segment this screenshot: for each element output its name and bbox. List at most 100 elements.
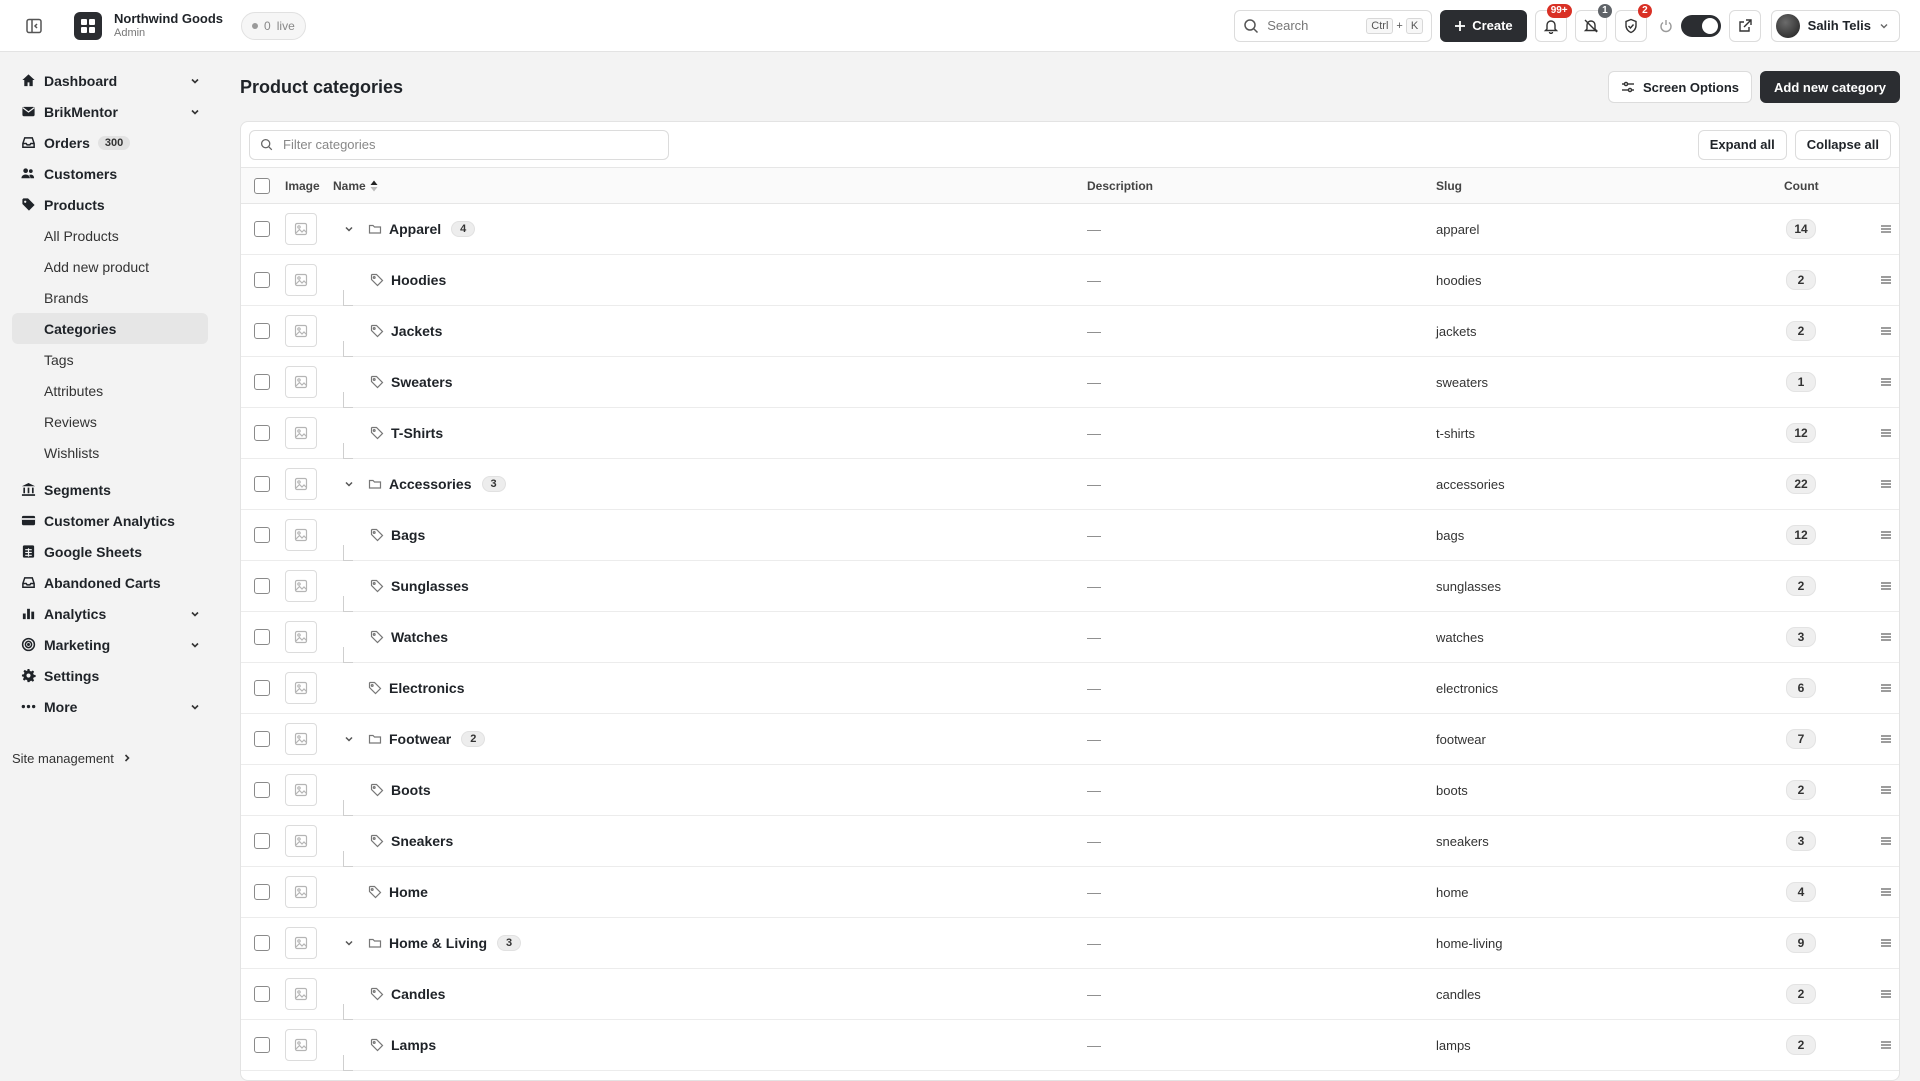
image-placeholder-icon[interactable] [285,927,317,959]
live-visitors-pill[interactable]: 0 live [241,11,306,40]
table-row[interactable]: Home & Living 3 — home-living 9 [241,918,1899,969]
collapse-all-button[interactable]: Collapse all [1794,129,1891,160]
drag-handle-icon[interactable] [1874,632,1898,642]
notifications-button[interactable]: 99+ [1534,3,1572,42]
sidebar-subitem-add-new-product[interactable]: Add new product [12,251,208,282]
chevron-down-icon[interactable] [339,729,359,749]
image-placeholder-icon[interactable] [285,876,317,908]
table-row[interactable]: Apparel 4 — apparel 14 [241,204,1899,255]
sidebar-item-products[interactable]: Products [12,189,208,220]
sidebar-item-customers[interactable]: Customers [12,158,208,189]
drag-handle-icon[interactable] [1874,785,1898,795]
chevron-down-icon[interactable] [190,702,200,712]
sidebar-item-abandoned-carts[interactable]: Abandoned Carts [12,567,208,598]
image-placeholder-icon[interactable] [285,366,317,398]
user-menu[interactable]: Salih Telis [1770,9,1900,42]
sidebar-item-segments[interactable]: Segments [12,474,208,505]
category-name-link[interactable]: Electronics [389,680,464,696]
sidebar-subitem-tags[interactable]: Tags [12,344,208,375]
theme-toggle[interactable] [1680,14,1721,37]
row-checkbox[interactable] [254,221,270,237]
table-row[interactable]: Electronics — electronics 6 [241,663,1899,714]
category-name-link[interactable]: Candles [391,986,445,1002]
drag-handle-icon[interactable] [1874,887,1898,897]
row-checkbox[interactable] [254,425,270,441]
row-checkbox[interactable] [254,272,270,288]
table-row[interactable]: Sweaters — sweaters 1 [241,357,1899,408]
drag-handle-icon[interactable] [1874,683,1898,693]
drag-handle-icon[interactable] [1874,836,1898,846]
row-checkbox[interactable] [254,527,270,543]
image-placeholder-icon[interactable] [285,1029,317,1061]
image-placeholder-icon[interactable] [285,723,317,755]
image-placeholder-icon[interactable] [285,519,317,551]
row-checkbox[interactable] [254,629,270,645]
row-checkbox[interactable] [254,578,270,594]
drag-handle-icon[interactable] [1874,377,1898,387]
tasks-button[interactable]: 2 [1614,3,1652,42]
category-name-link[interactable]: Hoodies [391,272,446,288]
image-placeholder-icon[interactable] [285,315,317,347]
category-name-link[interactable]: Lamps [391,1037,436,1053]
drag-handle-icon[interactable] [1874,734,1898,744]
drag-handle-icon[interactable] [1874,581,1898,591]
image-placeholder-icon[interactable] [285,264,317,296]
sidebar-item-analytics[interactable]: Analytics [12,598,208,629]
sidebar-item-brikmentor[interactable]: BrikMentor [12,96,208,127]
category-name-link[interactable]: Bags [391,527,425,543]
image-placeholder-icon[interactable] [285,978,317,1010]
table-row[interactable]: Jackets — jackets 2 [241,306,1899,357]
row-checkbox[interactable] [254,374,270,390]
image-placeholder-icon[interactable] [285,672,317,704]
sidebar-subitem-wishlists[interactable]: Wishlists [12,437,208,468]
global-search[interactable]: Search Ctrl + K [1234,9,1433,42]
sidebar-item-settings[interactable]: Settings [12,660,208,691]
chevron-down-icon[interactable] [190,107,200,117]
category-name-link[interactable]: Accessories [389,476,472,492]
category-name-link[interactable]: Sweaters [391,374,452,390]
sidebar-subitem-categories[interactable]: Categories [12,313,208,344]
table-row[interactable]: Bags — bags 12 [241,510,1899,561]
row-checkbox[interactable] [254,986,270,1002]
row-checkbox[interactable] [254,680,270,696]
drag-handle-icon[interactable] [1874,428,1898,438]
sidebar-subitem-brands[interactable]: Brands [12,282,208,313]
category-name-link[interactable]: Sunglasses [391,578,469,594]
table-row[interactable]: Footwear 2 — footwear 7 [241,714,1899,765]
add-new-category-button[interactable]: Add new category [1760,71,1900,103]
table-row[interactable]: Watches — watches 3 [241,612,1899,663]
table-row[interactable]: Home — home 4 [241,867,1899,918]
create-button[interactable]: Create [1440,9,1527,42]
image-placeholder-icon[interactable] [285,570,317,602]
sidebar-item-orders[interactable]: Orders 300 [12,127,208,158]
chevron-down-icon[interactable] [190,609,200,619]
filter-categories-input[interactable]: Filter categories [249,129,669,160]
row-checkbox[interactable] [254,1037,270,1053]
drag-handle-icon[interactable] [1874,224,1898,234]
chevron-down-icon[interactable] [190,640,200,650]
category-name-link[interactable]: Home & Living [389,935,487,951]
sidebar-subitem-all-products[interactable]: All Products [12,220,208,251]
image-placeholder-icon[interactable] [285,774,317,806]
category-name-link[interactable]: Apparel [389,221,441,237]
drag-handle-icon[interactable] [1874,530,1898,540]
sidebar-item-google-sheets[interactable]: Google Sheets [12,536,208,567]
sidebar-subitem-attributes[interactable]: Attributes [12,375,208,406]
chevron-down-icon[interactable] [339,219,359,239]
sidebar-subitem-reviews[interactable]: Reviews [12,406,208,437]
row-checkbox[interactable] [254,323,270,339]
drag-handle-icon[interactable] [1874,989,1898,999]
sidebar-item-marketing[interactable]: Marketing [12,629,208,660]
chevron-down-icon[interactable] [190,76,200,86]
category-name-link[interactable]: Jackets [391,323,442,339]
image-placeholder-icon[interactable] [285,213,317,245]
row-checkbox[interactable] [254,731,270,747]
category-name-link[interactable]: Sneakers [391,833,453,849]
image-placeholder-icon[interactable] [285,468,317,500]
table-row[interactable]: Accessories 3 — accessories 22 [241,459,1899,510]
row-checkbox[interactable] [254,782,270,798]
drag-handle-icon[interactable] [1874,479,1898,489]
row-checkbox[interactable] [254,476,270,492]
image-placeholder-icon[interactable] [285,621,317,653]
row-checkbox[interactable] [254,833,270,849]
